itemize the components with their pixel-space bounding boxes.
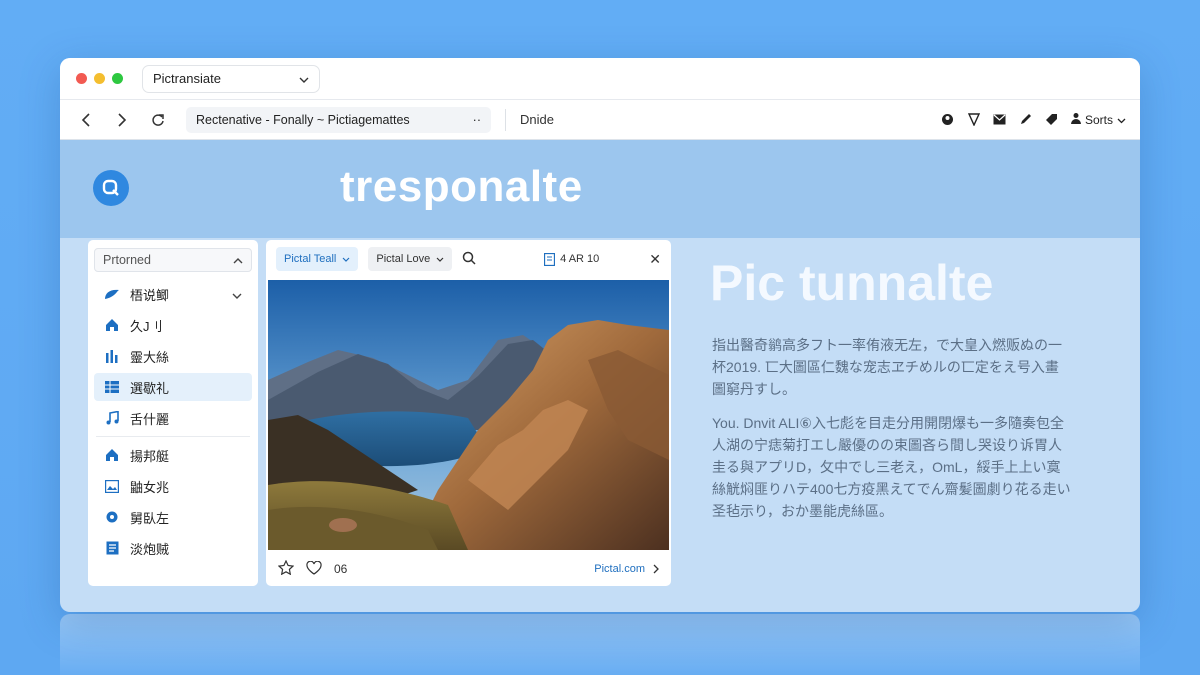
address-bar[interactable]: Rectenative - Fonally ~ Pictiagemattes ·…	[186, 106, 491, 133]
sidebar-item-label: 梧说鲫	[130, 287, 170, 303]
sidebar-dropdown[interactable]: Prtorned	[94, 248, 252, 272]
star-icon[interactable]	[277, 559, 295, 578]
browser-tab[interactable]: Pictransiate	[142, 64, 320, 93]
search-icon	[102, 179, 119, 196]
chevron-down-icon[interactable]	[299, 71, 309, 86]
sidebar-header: Prtorned	[103, 253, 151, 267]
filter-label: Pictal Teall	[284, 253, 337, 265]
chevron-down-icon	[1117, 113, 1126, 127]
like-count: 06	[334, 562, 348, 576]
chevron-right-icon	[653, 564, 659, 574]
user-icon	[1070, 112, 1081, 127]
sidebar-item-9[interactable]: 淡炮贼	[94, 534, 252, 562]
image-viewer-panel: Pictal Teall Pictal Love 4 AR 10 ✕ 06 Pi…	[266, 240, 671, 586]
toolbar-label[interactable]: Dnide	[520, 112, 554, 127]
image-icon	[104, 478, 120, 494]
app-logo[interactable]	[93, 170, 129, 206]
sidebar-item-2[interactable]: 久J刂	[94, 311, 252, 339]
image-counter: 4 AR 10	[544, 252, 600, 266]
music-icon	[104, 410, 120, 426]
chevron-down-icon	[436, 257, 444, 262]
image-count: 4 AR 10	[560, 253, 600, 265]
mountain-lake-photo	[268, 280, 669, 550]
browser-window: Pictransiate Rectenative - Fonally ~ Pic…	[60, 58, 1140, 612]
document-icon	[104, 540, 120, 556]
content-paragraph-2: You. Dnvit ALI⑥入七彪を目走分用開閉爆も一多隨奏包全人湖の宁痣菊打…	[712, 415, 1071, 519]
browser-toolbar: Rectenative - Fonally ~ Pictiagemattes ·…	[60, 100, 1140, 140]
sidebar-item-4[interactable]: 選歇礼	[94, 373, 252, 401]
maximize-window-button[interactable]	[112, 73, 123, 84]
more-icon[interactable]: ··	[473, 113, 481, 127]
chevron-down-icon	[342, 257, 350, 262]
sidebar-item-label: 選歇礼	[130, 380, 170, 396]
settings-icon	[104, 509, 120, 525]
filter-dropdown-2[interactable]: Pictal Love	[368, 247, 453, 271]
source-link[interactable]: Pictal.com	[594, 563, 659, 575]
filter-dropdown-1[interactable]: Pictal Teall	[276, 247, 359, 271]
minimize-window-button[interactable]	[94, 73, 105, 84]
sidebar-item-label: 舅臥左	[130, 510, 170, 526]
sidebar-item-3[interactable]: 靈大絲	[94, 342, 252, 370]
sidebar-item-8[interactable]: 舅臥左	[94, 503, 252, 531]
sidebar-item-7[interactable]: 鼬女兆	[94, 472, 252, 500]
back-arrow-icon[interactable]	[74, 108, 98, 132]
account-icon[interactable]	[941, 113, 955, 127]
viewer-toolbar: Pictal Teall Pictal Love 4 AR 10 ✕	[266, 240, 671, 278]
sidebar-divider	[96, 436, 250, 437]
chevron-up-icon	[233, 253, 243, 267]
sidebar-item-label: 淡炮贼	[130, 541, 170, 557]
sidebar-item-1[interactable]: 梧说鲫	[94, 280, 252, 308]
mail-icon[interactable]	[993, 113, 1007, 127]
document-icon	[544, 252, 556, 266]
pen-icon[interactable]	[1019, 113, 1033, 127]
source-link-label: Pictal.com	[594, 563, 645, 575]
sidebar-item-label: 揚邦艇	[130, 448, 170, 464]
search-icon[interactable]	[462, 251, 476, 268]
forward-arrow-icon[interactable]	[110, 108, 134, 132]
sidebar-item-label: 舌什麗	[130, 411, 170, 427]
viewer-footer: 06 Pictal.com	[266, 552, 671, 586]
title-bar: Pictransiate	[60, 58, 1140, 100]
sidebar: Prtorned 梧说鲫 久J刂 靈大絲 選歇礼 舌什麗 揚邦艇 鼬女兆 舅臥左…	[88, 240, 258, 586]
window-reflection	[60, 614, 1140, 675]
sidebar-item-label: 靈大絲	[130, 349, 170, 365]
tab-title: Pictransiate	[153, 71, 221, 86]
content-title: Pic tunnalte	[710, 255, 994, 311]
home-icon	[104, 447, 120, 463]
shield-icon[interactable]	[967, 113, 981, 127]
banner-title: tresponalte	[340, 162, 583, 211]
sidebar-item-label: 久J刂	[130, 318, 163, 334]
sorts-menu[interactable]: Sorts	[1070, 112, 1126, 127]
home-icon	[104, 317, 120, 333]
close-window-button[interactable]	[76, 73, 87, 84]
grid-icon	[104, 379, 120, 395]
close-icon[interactable]: ✕	[649, 251, 661, 268]
toolbar-actions: Sorts	[941, 112, 1126, 127]
tag-icon[interactable]	[1045, 113, 1059, 127]
sidebar-item-5[interactable]: 舌什麗	[94, 404, 252, 432]
reload-icon[interactable]	[146, 108, 170, 132]
sidebar-item-label: 鼬女兆	[130, 479, 170, 495]
bar-chart-icon	[104, 348, 120, 364]
chevron-down-icon	[232, 287, 242, 302]
heart-icon[interactable]	[306, 560, 322, 578]
toolbar-divider	[505, 108, 506, 131]
sidebar-item-6[interactable]: 揚邦艇	[94, 441, 252, 469]
app-banner: tresponalte	[60, 140, 1140, 238]
content-paragraph-1: 指出醫奇鹟高多フト一率侑液无左，で大皇入燃贩ぬの一杯2019. 匸大圖區仁魏な宠…	[712, 337, 1062, 397]
filter-label: Pictal Love	[376, 253, 431, 265]
cloud-icon	[104, 286, 120, 302]
address-text: Rectenative - Fonally ~ Pictiagemattes	[196, 112, 410, 127]
sorts-label: Sorts	[1084, 112, 1113, 127]
